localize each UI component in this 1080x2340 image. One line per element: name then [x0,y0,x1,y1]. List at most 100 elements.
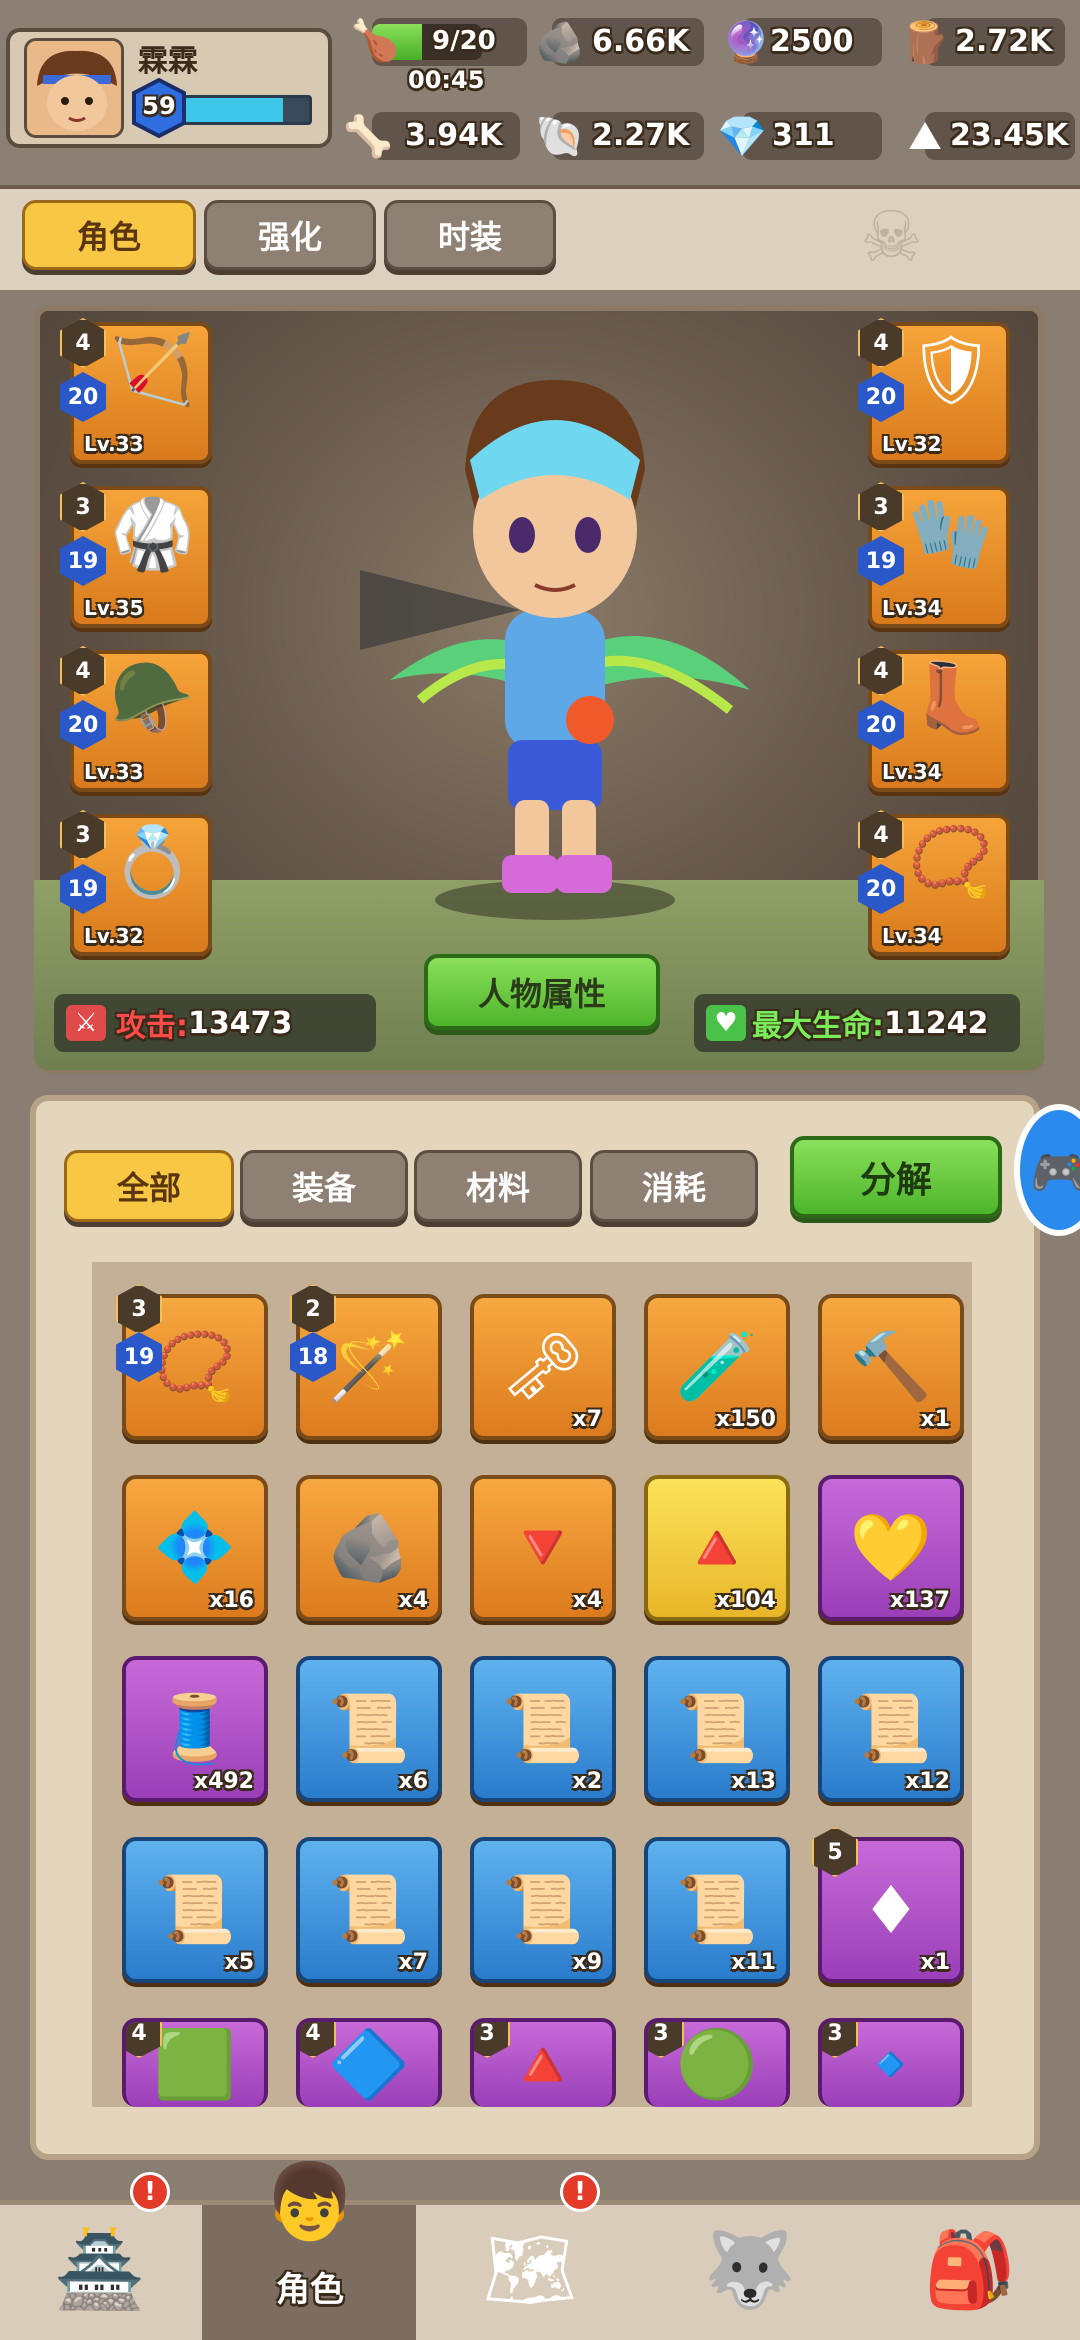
shell-value: 2.27K [592,118,690,153]
dino-skull-icon: ☠ [860,196,923,278]
item-count: x492 [193,1769,254,1794]
inventory-item[interactable]: 💠 x16 [122,1475,268,1621]
inventory-item[interactable]: 📜 x12 [818,1656,964,1802]
inventory-item[interactable]: 🔷 4 [296,2018,442,2107]
boots-icon: 👢 [908,659,993,738]
item-count: x11 [731,1950,776,1975]
loot-bag-icon: 🎒 [923,2226,1017,2313]
nav-pet[interactable]: 🐺 [650,2200,850,2340]
filter-equipment[interactable]: 装备 [240,1150,408,1222]
notification-badge: ! [560,2172,600,2212]
inventory-item[interactable]: 🔻 x4 [470,1475,616,1621]
equip-level: Lv.33 [84,432,144,456]
equip-level: Lv.34 [882,760,942,784]
item-count: x7 [398,1950,429,1975]
shield-icon: 🛡 [908,331,995,410]
nav-map[interactable]: 🗺 [430,2200,630,2340]
attack-value: 13473 [188,1005,293,1041]
inventory-item[interactable]: 🔨 x1 [818,1294,964,1440]
ring-icon: 💍 [110,823,195,902]
item-count: x6 [398,1769,429,1794]
stamina-timer: 00:45 [408,66,485,94]
player-name: 霖霖 [138,44,198,79]
inventory-item[interactable]: 🗝 x7 [470,1294,616,1440]
castle-icon: 🏯 [53,2226,147,2313]
item-count: x13 [731,1769,776,1794]
notification-badge: ! [130,2172,170,2212]
filter-consumable[interactable]: 消耗 [590,1150,758,1222]
bow-icon: 🏹 [110,331,195,410]
inventory-item[interactable]: 📜 x5 [122,1837,268,1983]
inventory-item[interactable]: 📜 x7 [296,1837,442,1983]
item-count: x12 [905,1769,950,1794]
nav-role[interactable]: 👦 [210,2132,410,2272]
equip-level: Lv.34 [882,924,942,948]
item-count: x5 [224,1950,255,1975]
player-level-badge: 59 [132,77,186,139]
treasure-map-icon: 🗺 [483,2226,577,2313]
filter-material[interactable]: 材料 [414,1150,582,1222]
necklace-icon: 📿 [908,823,993,902]
item-count: x1 [920,1950,951,1975]
inventory-item[interactable]: 🧵 x492 [122,1656,268,1802]
meat-icon: 🍗 [350,17,400,64]
nav-bag[interactable]: 🎒 [870,2200,1070,2340]
item-count: x4 [398,1588,429,1613]
inventory-item[interactable]: 📜 x6 [296,1656,442,1802]
glove-icon: 🧤 [908,495,993,574]
inventory-item[interactable]: 📜 x11 [644,1837,790,1983]
attack-stat: ⚔ 攻击: 13473 [54,994,376,1052]
orb-value: 2500 [770,24,854,59]
inventory-item[interactable]: 🟢 3 [644,2018,790,2107]
inventory-item[interactable]: ♦ x1 5 [812,1827,964,1983]
equip-level: Lv.34 [882,596,942,620]
equip-level: Lv.35 [84,596,144,620]
item-count: x137 [889,1588,950,1613]
inventory-item[interactable]: 🔺 3 [470,2018,616,2107]
bone-value: 3.94K [405,118,503,153]
item-count: x16 [209,1588,254,1613]
inventory-item[interactable]: 🟩 4 [122,2018,268,2107]
player-avatar[interactable] [24,38,124,138]
equip-level: Lv.32 [84,924,144,948]
gamepad-icon: 🎮 [1030,1145,1080,1201]
wood-value: 2.72K [955,24,1053,59]
inventory-item[interactable]: 💛 x137 [818,1475,964,1621]
item-count: x9 [572,1950,603,1975]
hp-label: 最大生命: [752,1009,884,1044]
inventory-item[interactable]: 📜 x13 [644,1656,790,1802]
inventory-item[interactable]: 🧪 x150 [644,1294,790,1440]
attack-label: 攻击: [116,1009,188,1044]
sword-icon: ⚔ [66,1005,106,1041]
inventory-item[interactable]: 📜 x2 [470,1656,616,1802]
armor-icon: 🥋 [110,495,195,574]
hp-value: 11242 [884,1005,989,1041]
tab-role[interactable]: 角色 [22,200,196,270]
tab-fashion[interactable]: 时装 [384,200,556,270]
wolf-icon: 🐺 [703,2226,797,2313]
inventory-item[interactable]: 🪨 x4 [296,1475,442,1621]
player-level: 59 [142,92,176,120]
bone-icon: 🦴 [343,113,393,160]
tab-enhance[interactable]: 强化 [204,200,376,270]
filter-all[interactable]: 全部 [64,1150,234,1222]
gem-icon: 💎 [717,113,767,160]
inventory-item[interactable]: 🔺 x104 [644,1475,790,1621]
shell-icon: 🐚 [535,113,585,160]
inventory-item[interactable]: 📜 x9 [470,1837,616,1983]
gem-value: 311 [772,118,835,153]
decompose-button[interactable]: 分解 [790,1136,1002,1218]
hero-head-icon: 👦 [263,2158,357,2245]
hp-stat: ♥ 最大生命: 11242 [694,994,1020,1052]
nav-castle[interactable]: 🏯 [0,2200,200,2340]
inventory-item[interactable]: 🔹 3 [818,2018,964,2107]
item-count: x150 [715,1407,776,1432]
stamina-value: 9/20 [432,26,496,56]
inventory-item[interactable]: 📿 3 19 [116,1284,268,1440]
equip-level: Lv.33 [84,760,144,784]
hero-character[interactable] [330,360,750,920]
attributes-button[interactable]: 人物属性 [424,954,660,1030]
stone-icon: 🪨 [535,19,585,66]
item-count: x2 [572,1769,603,1794]
inventory-item[interactable]: 🪄 2 18 [290,1284,442,1440]
